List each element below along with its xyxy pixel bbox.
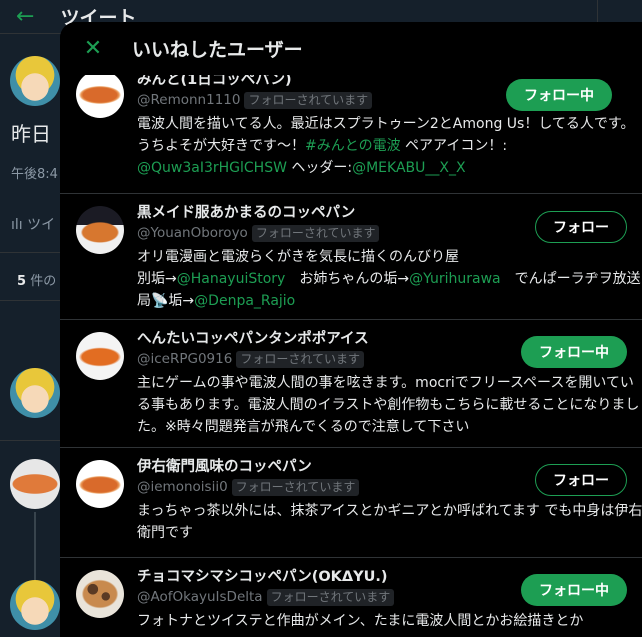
- follow-button[interactable]: フォロー: [535, 464, 627, 496]
- mention-link[interactable]: @MEKABU__X_X: [352, 160, 465, 176]
- follows-you-badge: フォローされています: [231, 478, 360, 496]
- divider: [0, 300, 60, 301]
- follows-you-badge: フォローされています: [236, 350, 364, 368]
- user-bio: フォトナとツイステと作曲がメイン、たまに電波人間とかお絵描きとか: [137, 613, 584, 629]
- liked-by-modal: ✕ いいねしたユーザー みんと(1日コッペパン) @Remonn1110 フォロ…: [60, 22, 642, 637]
- bar-chart-icon: ılı: [11, 217, 28, 233]
- avatar[interactable]: [76, 460, 124, 508]
- user-handle[interactable]: @AofOkayuIsDelta: [137, 588, 263, 606]
- like-count[interactable]: 5 件の: [17, 270, 56, 289]
- hashtag-link[interactable]: #みんとの電波: [305, 138, 401, 154]
- user-bio: 主にゲームの事や電波人間の事を呟きます。mocriでフリースペースを開いている事…: [137, 375, 640, 435]
- user-handle[interactable]: @YouanOboroyo: [137, 224, 248, 242]
- user-handle[interactable]: @iceRPG0916: [137, 350, 232, 368]
- user-handle[interactable]: @Remonn1110: [137, 91, 240, 109]
- mention-link[interactable]: @Denpa_Rajio: [194, 293, 295, 309]
- retweet-count: ılı ツイ: [11, 217, 56, 233]
- user-row[interactable]: 伊右衛門風味のコッペパン @iemonoisii0 フォローされています まっち…: [60, 448, 642, 558]
- user-row[interactable]: 黒メイド服あかまるのコッペパン @YouanOboroyo フォローされています…: [60, 194, 642, 320]
- back-arrow-icon[interactable]: ←: [16, 5, 34, 28]
- user-bio: オリ電漫画と電波らくがきを気長に描くのんびり屋 別垢→@HanayuiStory …: [137, 249, 641, 309]
- divider: [0, 252, 60, 253]
- user-row[interactable]: へんたいコッペパンタンポポアイス @iceRPG0916 フォローされています …: [60, 320, 642, 448]
- tweet-time: 午後8:4: [11, 167, 58, 182]
- avatar[interactable]: [76, 70, 124, 118]
- tweet-text: 昨日: [11, 122, 51, 146]
- thread-line: [34, 512, 36, 580]
- user-bio: まっちゃっ茶以外には、抹茶アイスとかギニアとか呼ばれてます でも中身は伊右衛門で…: [137, 503, 642, 541]
- close-button[interactable]: ✕: [76, 32, 110, 66]
- avatar[interactable]: [10, 56, 60, 106]
- modal-header: ✕ いいねしたユーザー: [60, 22, 642, 75]
- mention-link[interactable]: @Quw3aI3rHGlCHSW: [137, 160, 287, 176]
- avatar[interactable]: [76, 570, 124, 618]
- modal-title: いいねしたユーザー: [132, 39, 303, 61]
- user-list: みんと(1日コッペパン) @Remonn1110 フォローされています 電波人間…: [60, 70, 642, 637]
- follows-you-badge: フォローされています: [251, 224, 380, 242]
- avatar[interactable]: [10, 368, 60, 418]
- divider: [0, 440, 60, 441]
- follows-you-badge: フォローされています: [266, 588, 395, 606]
- mention-link[interactable]: @HanayuiStory: [177, 271, 286, 287]
- avatar[interactable]: [10, 459, 60, 509]
- follows-you-badge: フォローされています: [244, 91, 373, 109]
- following-button[interactable]: フォロー中: [521, 574, 627, 606]
- avatar[interactable]: [76, 332, 124, 380]
- avatar[interactable]: [10, 580, 60, 630]
- mention-link[interactable]: @Yurihurawa: [409, 271, 501, 287]
- user-bio: 電波人間を描いてる人。最近はスプラトゥーン2とAmong Us！してる人です。う…: [137, 116, 635, 176]
- user-row[interactable]: チョコマシマシコッペパン(OKΔYU.) @AofOkayuIsDelta フォ…: [60, 558, 642, 637]
- close-icon: ✕: [83, 35, 103, 61]
- following-button[interactable]: フォロー中: [521, 336, 627, 368]
- avatar[interactable]: [76, 206, 124, 254]
- user-row[interactable]: みんと(1日コッペパン) @Remonn1110 フォローされています 電波人間…: [60, 70, 642, 194]
- following-button[interactable]: フォロー中: [506, 79, 612, 111]
- follow-button[interactable]: フォロー: [535, 211, 627, 243]
- user-handle[interactable]: @iemonoisii0: [137, 478, 228, 496]
